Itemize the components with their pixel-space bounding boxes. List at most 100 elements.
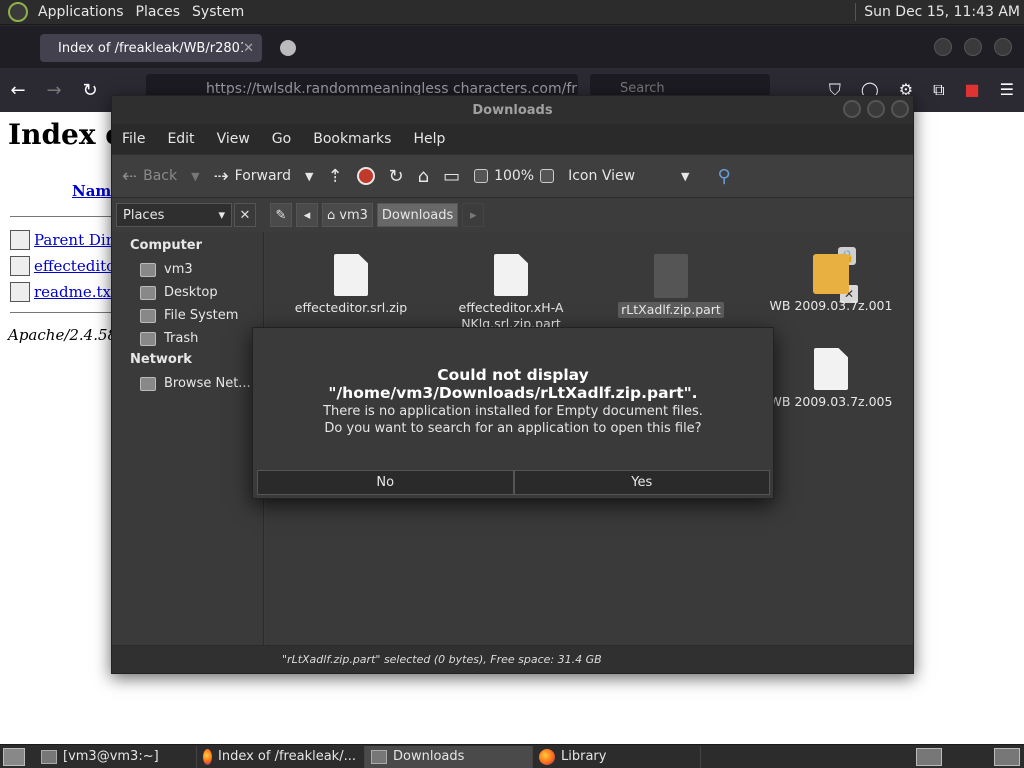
list-item[interactable]: readme.txt (10, 282, 117, 302)
breadcrumb: ✎ ◂ ⌂ vm3 Downloads ▸ (270, 203, 485, 227)
hamburger-menu-icon[interactable]: ☰ (1000, 80, 1014, 100)
location-bar: Places ▾ ✕ ✎ ◂ ⌂ vm3 Downloads ▸ (112, 198, 913, 232)
no-button[interactable]: No (257, 470, 514, 495)
document-icon (494, 254, 528, 296)
sidebar-item-browse-network[interactable]: Browse Net... (112, 372, 263, 395)
sidebar-item-desktop[interactable]: Desktop (112, 281, 263, 304)
zoom-out-icon[interactable] (474, 169, 489, 183)
divider (10, 312, 120, 313)
zoom-level: 100% (494, 168, 535, 184)
drive-icon (140, 308, 156, 323)
distro-logo-icon[interactable] (8, 2, 28, 22)
file-item[interactable]: effecteditor.xH-ANKlg.srl.zip.part (441, 254, 581, 332)
maximize-icon[interactable] (964, 38, 982, 56)
extensions-icon[interactable]: ⧉ (933, 80, 944, 100)
breadcrumb-vm3[interactable]: ⌂ vm3 (322, 203, 373, 227)
taskbar-item-library[interactable]: Library (533, 745, 701, 768)
close-icon[interactable] (891, 100, 909, 118)
menu-bookmarks[interactable]: Bookmarks (313, 131, 401, 147)
file-item[interactable]: WB 2009.03.7z.005 (761, 348, 901, 410)
home-folder-icon[interactable]: ⌂ (418, 166, 429, 187)
taskbar-item-downloads[interactable]: Downloads (365, 745, 533, 768)
sidebar-item-label: Desktop (164, 285, 218, 300)
breadcrumb-label: vm3 (339, 207, 368, 223)
file-name: WB 2009.03.7z.001 (769, 298, 893, 313)
window-titlebar[interactable]: Downloads (112, 96, 913, 124)
applications-menu[interactable]: Applications (32, 4, 130, 20)
document-icon (654, 254, 688, 298)
tab-close-icon[interactable]: ✕ (243, 41, 254, 56)
status-bar: "rLtXadlf.zip.part" selected (0 bytes), … (112, 645, 913, 673)
sidebar-item-vm3[interactable]: vm3 (112, 258, 263, 281)
taskbar-item-browser[interactable]: Index of /freakleak/... (197, 745, 365, 768)
breadcrumb-left-arrow[interactable]: ◂ (296, 203, 318, 227)
breadcrumb-label: Downloads (381, 207, 454, 223)
taskbar-item-terminal[interactable]: [vm3@vm3:~] (35, 745, 197, 768)
file-item-selected[interactable]: rLtXadlf.zip.part (601, 254, 741, 318)
yes-button[interactable]: Yes (513, 470, 770, 495)
minimize-icon[interactable] (843, 100, 861, 118)
reload-icon[interactable]: ↻ (72, 80, 108, 101)
workspace-icon[interactable] (916, 747, 942, 766)
search-icon[interactable]: ⚲ (718, 166, 731, 187)
view-mode-select[interactable]: Icon View ▼ (568, 168, 703, 184)
menu-file[interactable]: File (122, 131, 155, 147)
system-menu[interactable]: System (186, 4, 250, 20)
file-link[interactable]: readme.txt (34, 283, 117, 301)
breadcrumb-downloads[interactable]: Downloads (376, 203, 459, 227)
stop-button[interactable] (356, 167, 375, 185)
places-menu[interactable]: Places (130, 4, 187, 20)
taskbar-item-label: Library (561, 749, 607, 764)
browser-tab-github[interactable] (280, 34, 490, 62)
close-window-icon[interactable] (994, 38, 1012, 56)
server-signature: Apache/2.4.58 ( (8, 326, 128, 344)
edit-icon: ✎ (275, 207, 287, 223)
menu-edit[interactable]: Edit (167, 131, 204, 147)
home-folder-icon (140, 262, 156, 277)
up-arrow-icon[interactable]: ⇡ (327, 166, 342, 187)
text-file-icon (10, 282, 30, 302)
maximize-icon[interactable] (867, 100, 885, 118)
menu-go[interactable]: Go (272, 131, 301, 147)
forward-history-dropdown-icon[interactable]: ▼ (305, 170, 313, 183)
ublock-icon[interactable]: ■ (965, 80, 980, 100)
reload-icon[interactable]: ↻ (389, 166, 404, 187)
forward-button[interactable]: ⇢ Forward (214, 166, 291, 187)
back-arrow-icon: ⇠ (122, 165, 138, 187)
zoom-in-icon[interactable] (540, 169, 555, 183)
back-button[interactable]: ⇠ Back (122, 166, 177, 187)
sidebar-item-trash[interactable]: Trash (112, 327, 263, 350)
sidebar-item-label: Trash (164, 331, 199, 346)
minimize-icon[interactable] (934, 38, 952, 56)
file-item[interactable]: WB 2009.03.7z.001 (761, 254, 901, 314)
home-folder-icon: ⌂ (327, 207, 336, 223)
close-sidebar-button[interactable]: ✕ (234, 203, 256, 227)
taskbar-item-label: Downloads (393, 749, 465, 764)
sidebar-mode-select[interactable]: Places ▾ (116, 203, 232, 227)
file-name: rLtXadlf.zip.part (618, 302, 724, 318)
stop-icon (356, 167, 375, 185)
dialog-message-line: There is no application installed for Em… (323, 404, 703, 419)
show-desktop-icon[interactable] (3, 747, 25, 766)
desktop-folder-icon (140, 285, 156, 300)
back-arrow-icon[interactable]: ← (0, 80, 36, 101)
list-item[interactable]: effecteditor. (10, 256, 125, 276)
back-label: Back (143, 168, 178, 184)
sidebar-header-network: Network (130, 352, 192, 367)
browser-tab-active[interactable]: Index of /freakleak/WB/r2801 - ✕ (40, 34, 262, 62)
menu-help[interactable]: Help (413, 131, 455, 147)
back-history-dropdown-icon[interactable]: ▼ (191, 170, 199, 183)
sidebar-item-label: Browse Net... (164, 376, 251, 391)
menu-view[interactable]: View (217, 131, 260, 147)
workspace-icon[interactable] (994, 747, 1020, 766)
zoom-control[interactable]: 100% (474, 168, 555, 184)
forward-arrow-icon[interactable]: → (36, 80, 72, 101)
toggle-location-button[interactable]: ✎ (270, 203, 292, 227)
breadcrumb-right-arrow[interactable]: ▸ (462, 203, 485, 227)
folder-icon (371, 749, 387, 764)
file-item[interactable]: effecteditor.srl.zip (281, 254, 421, 316)
sidebar-item-label: File System (164, 308, 239, 323)
computer-icon[interactable]: ▭ (443, 166, 460, 187)
sidebar-item-file-system[interactable]: File System (112, 304, 263, 327)
clock[interactable]: Sun Dec 15, 11:43 AM (864, 4, 1020, 20)
